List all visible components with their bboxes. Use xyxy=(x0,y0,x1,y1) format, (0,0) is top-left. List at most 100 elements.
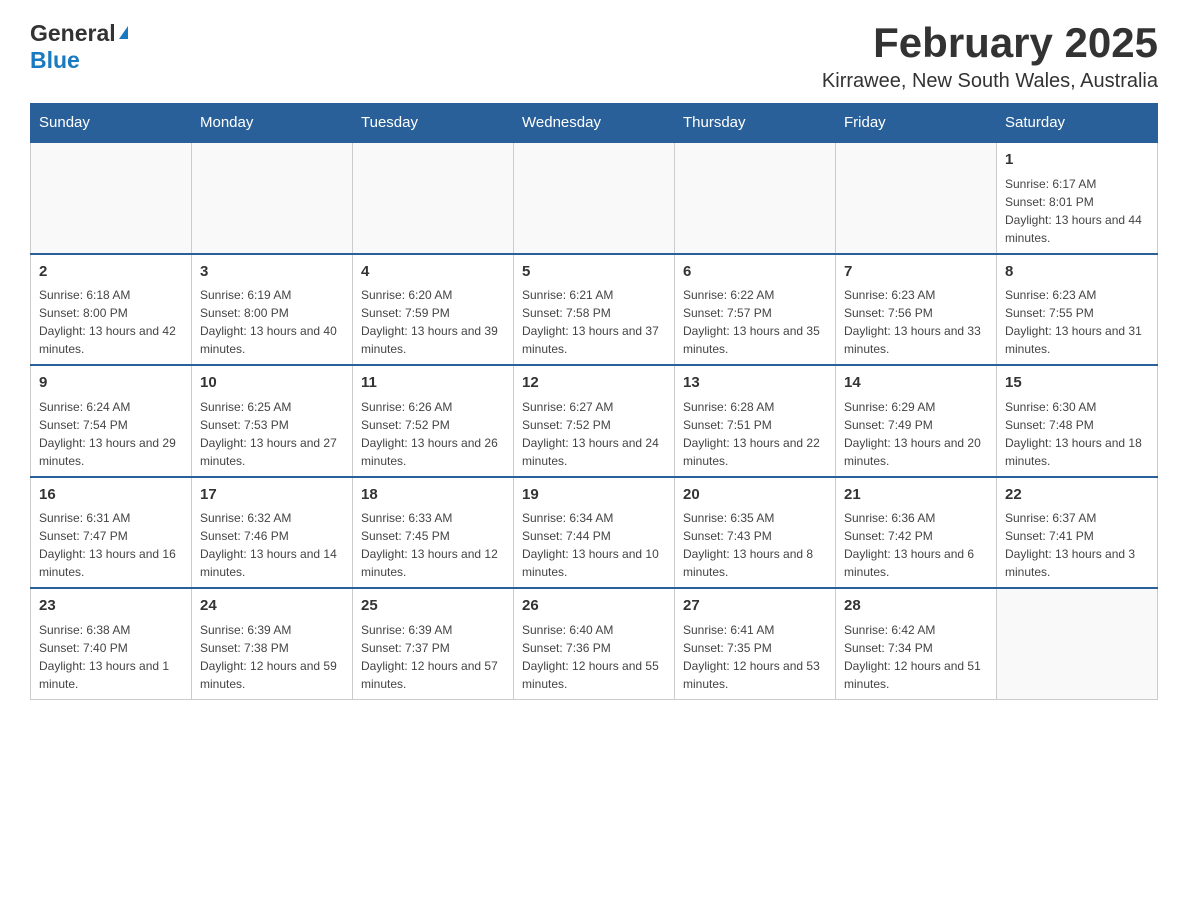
calendar-cell: 18Sunrise: 6:33 AM Sunset: 7:45 PM Dayli… xyxy=(353,477,514,589)
day-number: 14 xyxy=(844,372,988,395)
day-info: Sunrise: 6:42 AM Sunset: 7:34 PM Dayligh… xyxy=(844,621,988,693)
day-number: 27 xyxy=(683,595,827,618)
calendar-cell: 15 Sunrise: 6:30 AM Sunset: 7:48 PM Dayli… xyxy=(997,365,1158,477)
day-info: Sunrise: 6:21 AM Sunset: 7:58 PM Dayligh… xyxy=(522,286,666,358)
calendar-cell: 6Sunrise: 6:22 AM Sunset: 7:57 PM Daylig… xyxy=(675,254,836,366)
title-block: February 2025 Kirrawee, New South Wales,… xyxy=(822,20,1158,93)
day-number: 6 xyxy=(683,261,827,284)
day-number: 1 xyxy=(1005,149,1149,172)
weekday-header-row: SundayMondayTuesdayWednesdayThursdayFrid… xyxy=(31,104,1158,143)
calendar-title: February 2025 xyxy=(822,20,1158,66)
day-number: 7 xyxy=(844,261,988,284)
calendar-table: SundayMondayTuesdayWednesdayThursdayFrid… xyxy=(30,103,1158,700)
day-info: Sunrise: 6:32 AM Sunset: 7:46 PM Dayligh… xyxy=(200,509,344,581)
calendar-cell: 21Sunrise: 6:36 AM Sunset: 7:42 PM Dayli… xyxy=(836,477,997,589)
day-info: Sunrise: 6:25 AM Sunset: 7:53 PM Dayligh… xyxy=(200,398,344,470)
day-info: Sunrise: 6:38 AM Sunset: 7:40 PM Dayligh… xyxy=(39,621,183,693)
calendar-cell: 10 Sunrise: 6:25 AM Sunset: 7:53 PM Dayli… xyxy=(192,365,353,477)
weekday-header-saturday: Saturday xyxy=(997,104,1158,143)
calendar-cell: 2Sunrise: 6:18 AM Sunset: 8:00 PM Daylig… xyxy=(31,254,192,366)
day-info: Sunrise: 6:35 AM Sunset: 7:43 PM Dayligh… xyxy=(683,509,827,581)
calendar-cell: 9 Sunrise: 6:24 AM Sunset: 7:54 PM Daylig… xyxy=(31,365,192,477)
day-number: 8 xyxy=(1005,261,1149,284)
day-info: Sunrise: 6:30 AM Sunset: 7:48 PM Dayligh… xyxy=(1005,398,1149,470)
weekday-header-monday: Monday xyxy=(192,104,353,143)
calendar-cell: 7Sunrise: 6:23 AM Sunset: 7:56 PM Daylig… xyxy=(836,254,997,366)
week-row-4: 16Sunrise: 6:31 AM Sunset: 7:47 PM Dayli… xyxy=(31,477,1158,589)
calendar-cell: 11 Sunrise: 6:26 AM Sunset: 7:52 PM Dayli… xyxy=(353,365,514,477)
calendar-cell: 5Sunrise: 6:21 AM Sunset: 7:58 PM Daylig… xyxy=(514,254,675,366)
day-info: Sunrise: 6:27 AM Sunset: 7:52 PM Dayligh… xyxy=(522,398,666,470)
day-number: 5 xyxy=(522,261,666,284)
calendar-cell: 1 Sunrise: 6:17 AM Sunset: 8:01 PM Daylig… xyxy=(997,142,1158,254)
logo-general-text: General xyxy=(30,20,116,47)
calendar-cell: 22Sunrise: 6:37 AM Sunset: 7:41 PM Dayli… xyxy=(997,477,1158,589)
day-number: 17 xyxy=(200,484,344,507)
day-number: 9 xyxy=(39,372,183,395)
day-info: Sunrise: 6:33 AM Sunset: 7:45 PM Dayligh… xyxy=(361,509,505,581)
day-number: 10 xyxy=(200,372,344,395)
day-info: Sunrise: 6:26 AM Sunset: 7:52 PM Dayligh… xyxy=(361,398,505,470)
day-info: Sunrise: 6:41 AM Sunset: 7:35 PM Dayligh… xyxy=(683,621,827,693)
day-number: 26 xyxy=(522,595,666,618)
day-number: 15 xyxy=(1005,372,1149,395)
day-info: Sunrise: 6:17 AM Sunset: 8:01 PM Dayligh… xyxy=(1005,175,1149,247)
calendar-cell: 4Sunrise: 6:20 AM Sunset: 7:59 PM Daylig… xyxy=(353,254,514,366)
day-number: 24 xyxy=(200,595,344,618)
day-number: 13 xyxy=(683,372,827,395)
calendar-cell: 26Sunrise: 6:40 AM Sunset: 7:36 PM Dayli… xyxy=(514,588,675,699)
day-info: Sunrise: 6:19 AM Sunset: 8:00 PM Dayligh… xyxy=(200,286,344,358)
day-info: Sunrise: 6:37 AM Sunset: 7:41 PM Dayligh… xyxy=(1005,509,1149,581)
calendar-cell xyxy=(353,142,514,254)
calendar-cell xyxy=(514,142,675,254)
calendar-cell xyxy=(836,142,997,254)
calendar-cell xyxy=(192,142,353,254)
day-number: 4 xyxy=(361,261,505,284)
calendar-cell xyxy=(997,588,1158,699)
day-info: Sunrise: 6:39 AM Sunset: 7:37 PM Dayligh… xyxy=(361,621,505,693)
page-header: General Blue February 2025 Kirrawee, New… xyxy=(30,20,1158,93)
calendar-cell: 28Sunrise: 6:42 AM Sunset: 7:34 PM Dayli… xyxy=(836,588,997,699)
weekday-header-tuesday: Tuesday xyxy=(353,104,514,143)
day-info: Sunrise: 6:18 AM Sunset: 8:00 PM Dayligh… xyxy=(39,286,183,358)
week-row-2: 2Sunrise: 6:18 AM Sunset: 8:00 PM Daylig… xyxy=(31,254,1158,366)
day-number: 12 xyxy=(522,372,666,395)
calendar-cell: 17Sunrise: 6:32 AM Sunset: 7:46 PM Dayli… xyxy=(192,477,353,589)
day-info: Sunrise: 6:36 AM Sunset: 7:42 PM Dayligh… xyxy=(844,509,988,581)
day-number: 20 xyxy=(683,484,827,507)
calendar-cell xyxy=(675,142,836,254)
calendar-cell: 19Sunrise: 6:34 AM Sunset: 7:44 PM Dayli… xyxy=(514,477,675,589)
calendar-cell: 24 Sunrise: 6:39 AM Sunset: 7:38 PM Dayli… xyxy=(192,588,353,699)
day-info: Sunrise: 6:28 AM Sunset: 7:51 PM Dayligh… xyxy=(683,398,827,470)
day-number: 22 xyxy=(1005,484,1149,507)
day-info: Sunrise: 6:20 AM Sunset: 7:59 PM Dayligh… xyxy=(361,286,505,358)
day-info: Sunrise: 6:23 AM Sunset: 7:56 PM Dayligh… xyxy=(844,286,988,358)
day-number: 18 xyxy=(361,484,505,507)
calendar-cell xyxy=(31,142,192,254)
day-number: 16 xyxy=(39,484,183,507)
day-info: Sunrise: 6:34 AM Sunset: 7:44 PM Dayligh… xyxy=(522,509,666,581)
day-number: 19 xyxy=(522,484,666,507)
calendar-subtitle: Kirrawee, New South Wales, Australia xyxy=(822,70,1158,93)
weekday-header-sunday: Sunday xyxy=(31,104,192,143)
day-info: Sunrise: 6:22 AM Sunset: 7:57 PM Dayligh… xyxy=(683,286,827,358)
day-info: Sunrise: 6:24 AM Sunset: 7:54 PM Dayligh… xyxy=(39,398,183,470)
calendar-cell: 25Sunrise: 6:39 AM Sunset: 7:37 PM Dayli… xyxy=(353,588,514,699)
weekday-header-friday: Friday xyxy=(836,104,997,143)
day-number: 23 xyxy=(39,595,183,618)
calendar-cell: 3Sunrise: 6:19 AM Sunset: 8:00 PM Daylig… xyxy=(192,254,353,366)
calendar-cell: 13 Sunrise: 6:28 AM Sunset: 7:51 PM Dayli… xyxy=(675,365,836,477)
day-number: 3 xyxy=(200,261,344,284)
calendar-cell: 20Sunrise: 6:35 AM Sunset: 7:43 PM Dayli… xyxy=(675,477,836,589)
calendar-cell: 16Sunrise: 6:31 AM Sunset: 7:47 PM Dayli… xyxy=(31,477,192,589)
calendar-cell: 23 Sunrise: 6:38 AM Sunset: 7:40 PM Dayli… xyxy=(31,588,192,699)
logo: General Blue xyxy=(30,20,128,74)
logo-triangle-icon xyxy=(119,26,128,39)
day-info: Sunrise: 6:29 AM Sunset: 7:49 PM Dayligh… xyxy=(844,398,988,470)
week-row-1: 1 Sunrise: 6:17 AM Sunset: 8:01 PM Daylig… xyxy=(31,142,1158,254)
day-number: 2 xyxy=(39,261,183,284)
logo-blue-text: Blue xyxy=(30,47,80,74)
day-info: Sunrise: 6:31 AM Sunset: 7:47 PM Dayligh… xyxy=(39,509,183,581)
day-info: Sunrise: 6:39 AM Sunset: 7:38 PM Dayligh… xyxy=(200,621,344,693)
day-number: 11 xyxy=(361,372,505,395)
